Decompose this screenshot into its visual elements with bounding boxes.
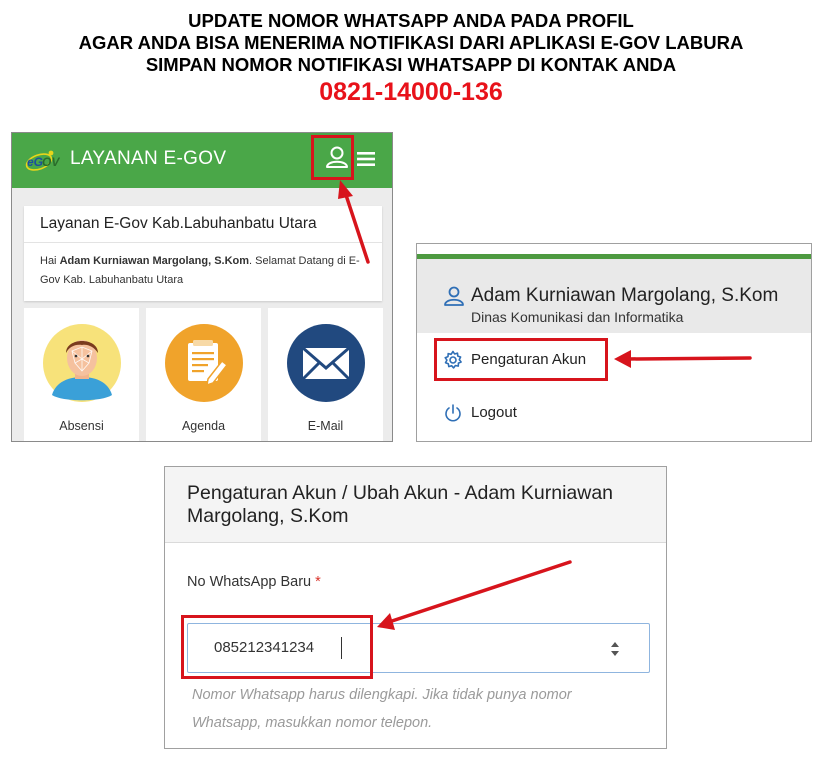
svg-text:OV: OV [42,155,60,169]
instruction-line-1: UPDATE NOMOR WHATSAPP ANDA PADA PROFIL [188,10,634,31]
tile-absensi[interactable]: Absensi [24,308,139,441]
user-icon [444,286,464,306]
field-label-text: No WhatsApp Baru [187,574,312,590]
account-settings-screenshot: Pengaturan Akun / Ubah Akun - Adam Kurni… [164,466,667,749]
app-title: LAYANAN E-GOV [70,148,227,169]
menu-item-label: Logout [471,404,517,421]
form-header: Pengaturan Akun / Ubah Akun - Adam Kurni… [165,467,666,543]
instruction-line-3: SIMPAN NOMOR NOTIFIKASI WHATSAPP DI KONT… [145,54,677,75]
whatsapp-field-label: No WhatsApp Baru * [187,574,321,590]
power-icon [445,404,461,422]
divider [24,242,382,243]
tile-label-agenda: Agenda [181,419,226,433]
highlight-whatsapp-input [181,615,373,679]
instruction-line-2: AGAR ANDA BISA MENERIMA NOTIFIKASI DARI … [78,32,744,53]
svg-text:eG: eG [27,155,43,169]
highlight-pengaturan-akun [434,338,608,381]
greeting-text: Hai [40,255,60,267]
tile-label-email: E-Mail [307,419,344,433]
welcome-user-name: Adam Kurniawan Margolang, S.Kom [59,255,250,267]
highlight-user-icon [311,135,354,180]
notification-phone-number: 0821-14000-136 [319,78,503,106]
hamburger-menu-icon[interactable] [355,148,377,170]
instructions-header: UPDATE NOMOR WHATSAPP ANDA PADA PROFIL A… [0,10,822,108]
notepad-pencil-icon [165,324,243,402]
egov-logo-icon: eG OV [25,150,60,171]
welcome-title: Layanan E-Gov Kab.Labuhanbatu Utara [40,215,317,232]
dropdown-department: Dinas Komunikasi dan Informatika [471,309,684,325]
dropdown-user-header: Adam Kurniawan Margolang, S.Kom Dinas Ko… [417,259,811,333]
number-spinner-icon[interactable] [608,639,622,659]
tile-label-absensi: Absensi [59,419,104,433]
welcome-message: Hai Adam Kurniawan Margolang, S.Kom. Sel… [40,252,370,290]
dropdown-user-name: Adam Kurniawan Margolang, S.Kom [471,285,779,306]
welcome-card: Layanan E-Gov Kab.Labuhanbatu Utara Hai … [24,206,382,301]
tile-email[interactable]: E-Mail [268,308,383,441]
tile-agenda[interactable]: Agenda [146,308,261,441]
required-mark: * [315,574,321,590]
face-recognition-icon [43,324,121,402]
form-title: Pengaturan Akun / Ubah Akun - Adam Kurni… [187,482,614,527]
field-help-text: Nomor Whatsapp harus dilengkapi. Jika ti… [192,687,572,731]
envelope-icon [287,324,365,402]
